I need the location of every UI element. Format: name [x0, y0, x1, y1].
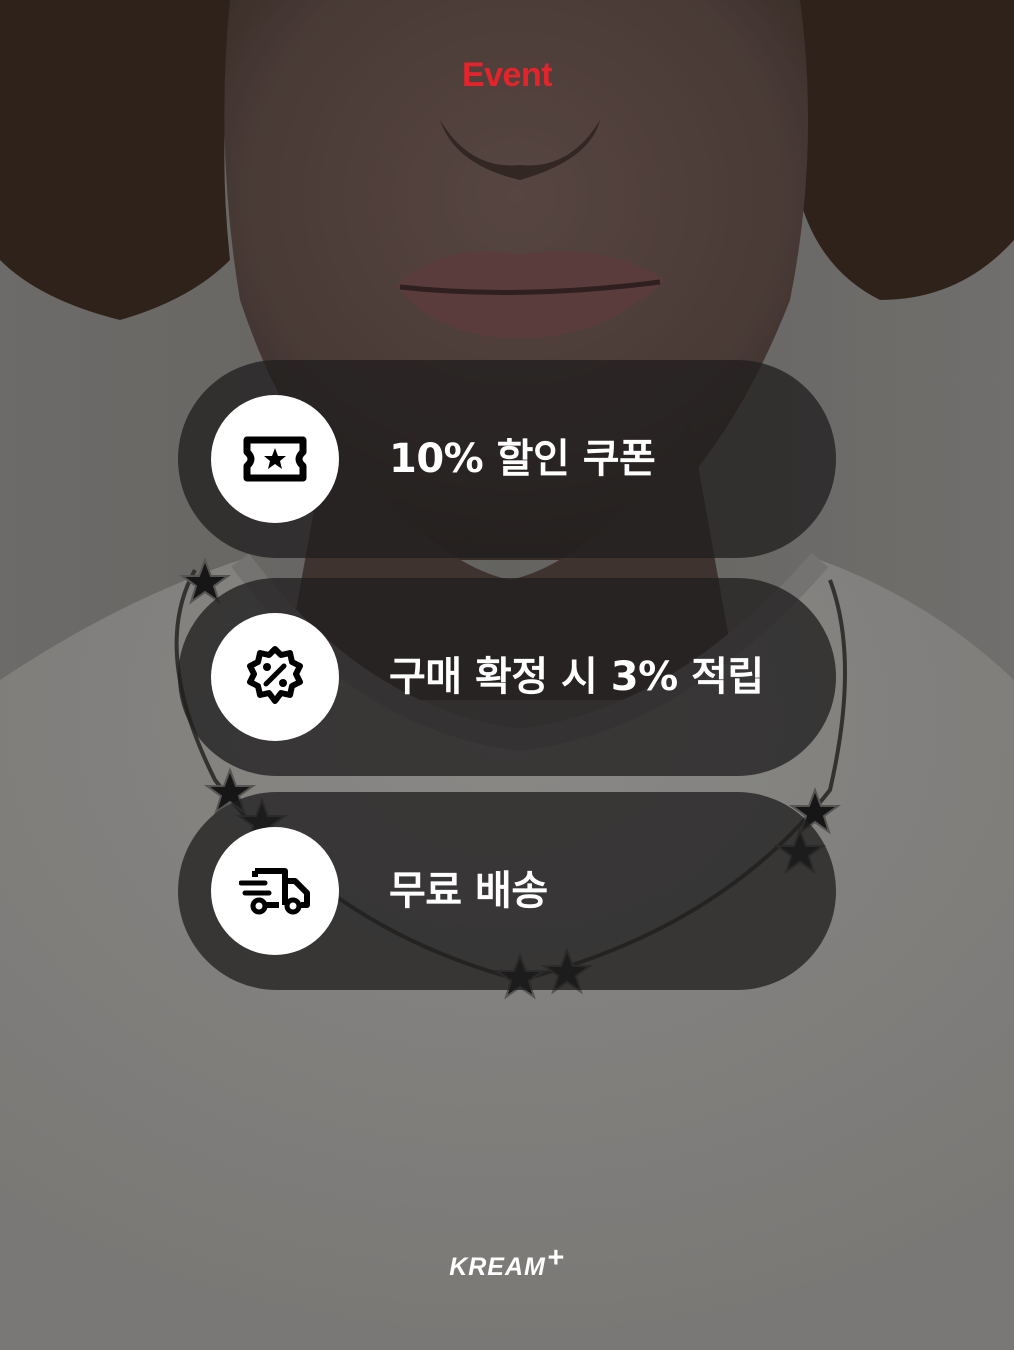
benefit-label: 구매 확정 시 3% 적립	[389, 654, 764, 700]
benefit-list: 10% 할인 쿠폰 구매 확정 시 3% 적립 무료 배송	[0, 0, 1014, 1350]
benefit-points-reward: 구매 확정 시 3% 적립	[178, 578, 836, 776]
kream-plus-logo: KREAM+	[0, 1242, 1014, 1283]
brand-name: KREAM	[449, 1253, 546, 1281]
benefit-label: 10% 할인 쿠폰	[389, 436, 656, 482]
benefit-icon-badge	[211, 395, 339, 523]
fast-delivery-truck-icon	[239, 868, 310, 915]
benefit-icon-badge	[211, 827, 339, 955]
benefit-free-shipping: 무료 배송	[178, 792, 836, 990]
ticket-star-icon	[243, 436, 307, 482]
percent-badge-icon	[247, 646, 303, 704]
benefit-label: 무료 배송	[389, 868, 548, 914]
benefit-icon-badge	[211, 613, 339, 741]
benefit-discount-coupon: 10% 할인 쿠폰	[178, 360, 836, 558]
brand-plus: +	[546, 1242, 565, 1274]
